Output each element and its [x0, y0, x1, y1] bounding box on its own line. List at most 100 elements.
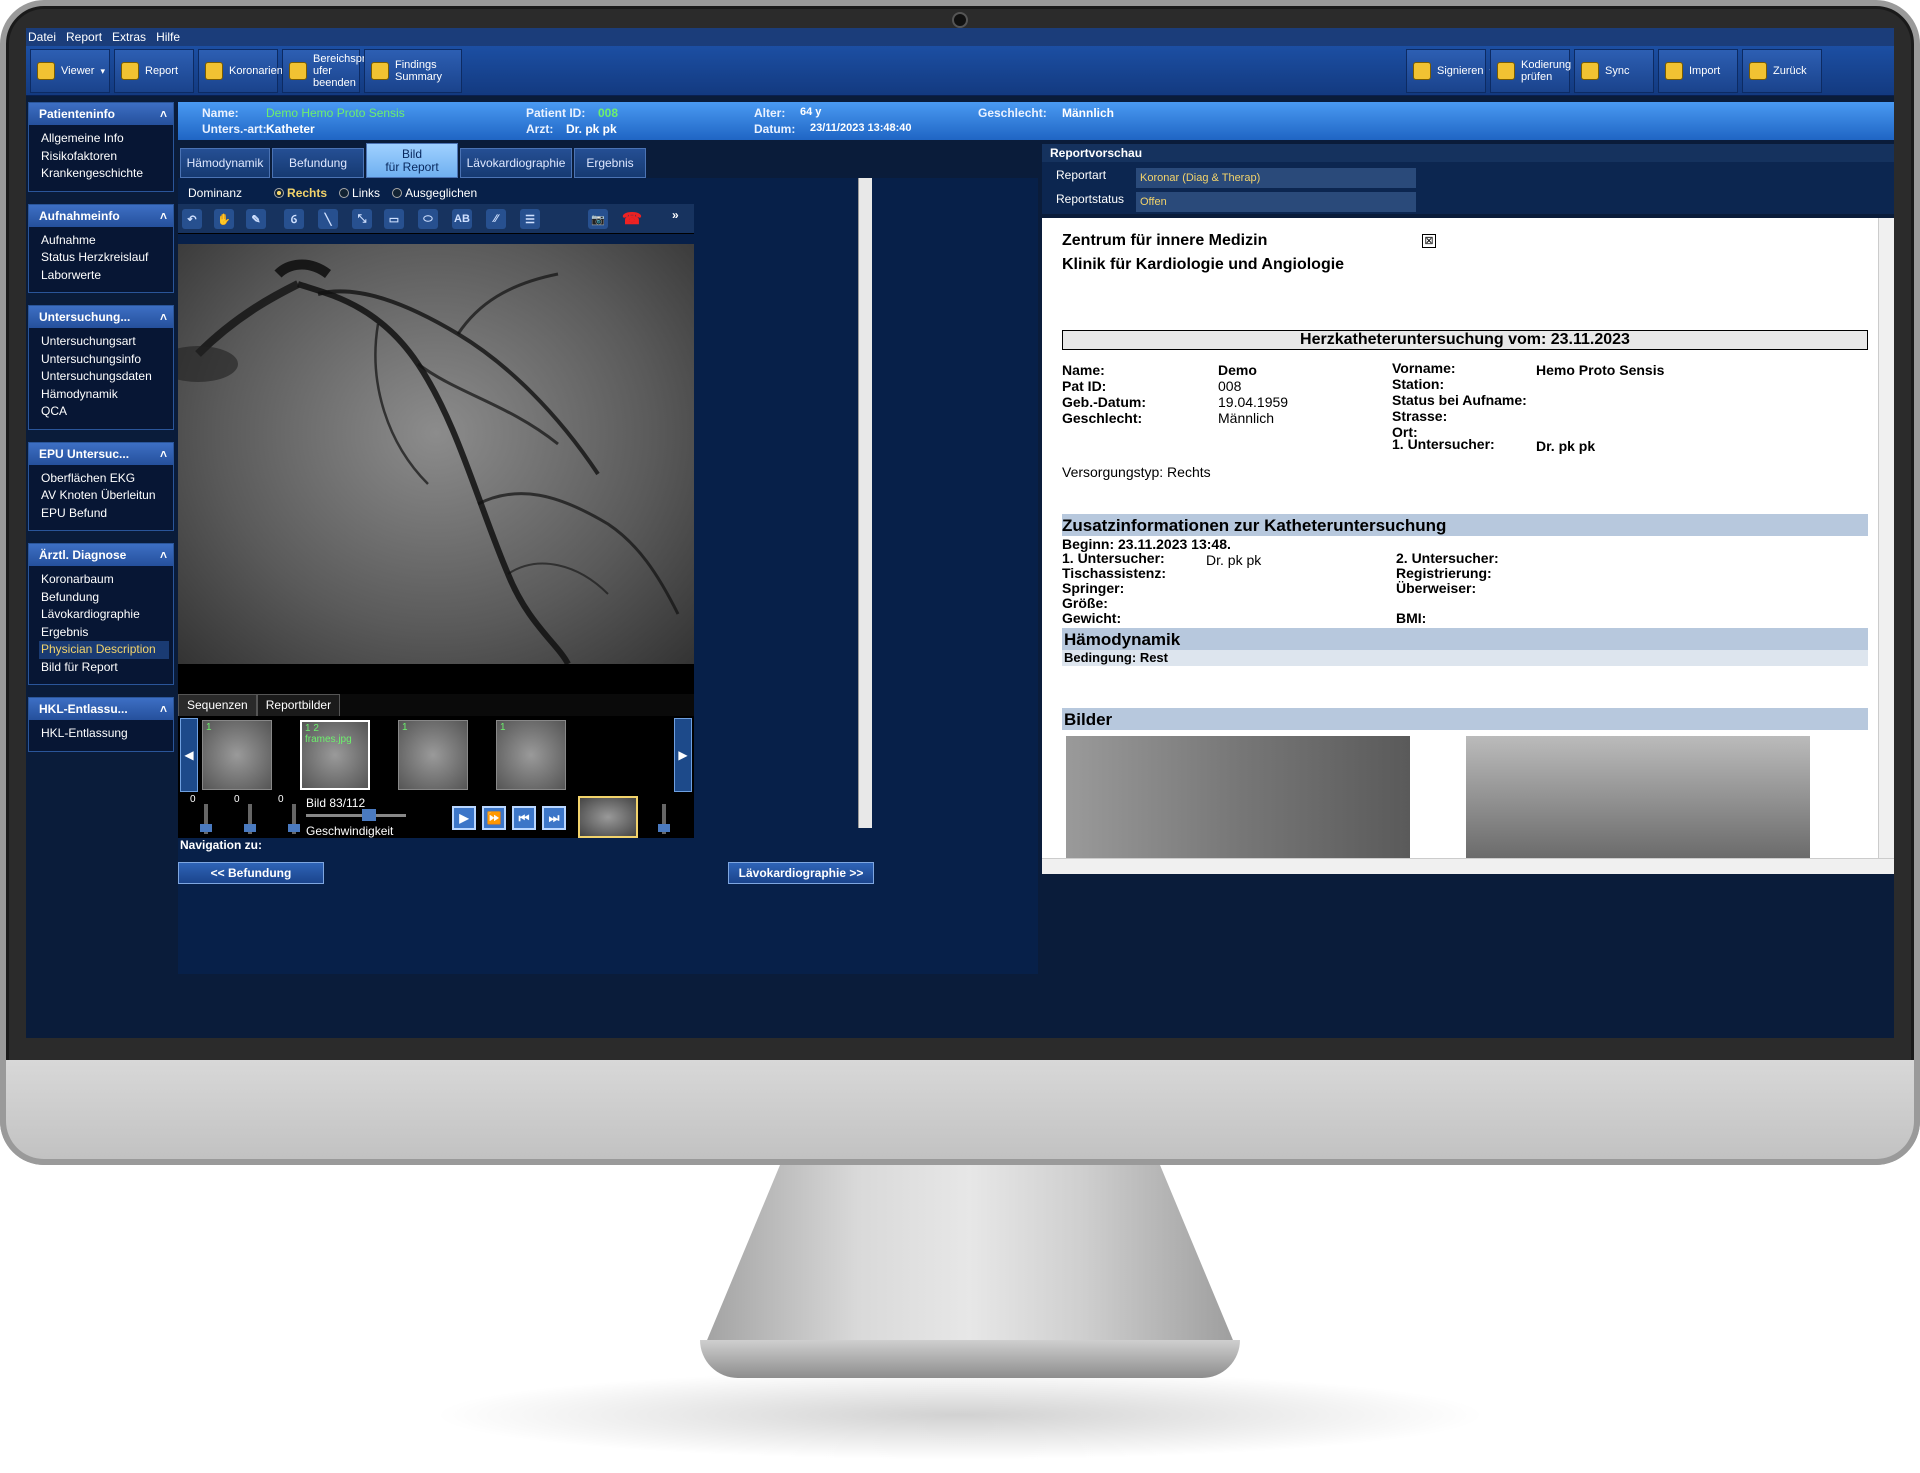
sidebar-item-status-herzkreislauf[interactable]: Status Herzkreislauf: [41, 249, 173, 267]
sidebar-item-befundung[interactable]: Befundung: [41, 589, 173, 607]
reportstatus-field[interactable]: Offen: [1136, 192, 1416, 212]
collapse-icon[interactable]: ˄: [160, 548, 167, 562]
more-tools-icon[interactable]: »: [672, 208, 679, 222]
radio-links[interactable]: Links: [339, 186, 380, 200]
play-button[interactable]: ▶: [452, 806, 476, 830]
sidebar-item-untersuchungsinfo[interactable]: Untersuchungsinfo: [41, 351, 173, 369]
tab-befundung[interactable]: Befundung: [272, 148, 364, 178]
koronarien-button[interactable]: Koronarien: [198, 49, 283, 93]
collapse-icon[interactable]: ˄: [160, 107, 167, 121]
tab-lävokardiographie[interactable]: Lävokardiographie: [460, 148, 572, 178]
text-icon[interactable]: AB: [452, 209, 472, 229]
first-frame-button[interactable]: ⏮: [512, 806, 536, 830]
tab-bild-für-report[interactable]: Bild für Report: [366, 143, 458, 178]
line-icon[interactable]: ╲: [318, 209, 338, 229]
reportart-field[interactable]: Koronar (Diag & Therap): [1136, 168, 1416, 188]
radio-ausgeglichen[interactable]: Ausgeglichen: [392, 186, 477, 200]
kodierung-prüfen-button[interactable]: Kodierung prüfen: [1490, 49, 1571, 93]
sidebar-item-hkl-entlassung[interactable]: HKL-Entlassung: [41, 725, 173, 743]
undo-icon[interactable]: ↶: [182, 209, 202, 229]
sidebar-section-header[interactable]: Patienteninfo ˄: [29, 103, 173, 125]
sidebar-item-untersuchungsart[interactable]: Untersuchungsart: [41, 333, 173, 351]
tab-hämodynamik[interactable]: Hämodynamik: [180, 148, 270, 178]
report-button[interactable]: Report: [114, 49, 194, 93]
import-button[interactable]: Import: [1658, 49, 1738, 93]
menu-extras[interactable]: Extras: [112, 30, 146, 44]
last-frame-button[interactable]: ⏭: [542, 806, 566, 830]
geschlecht-label: Geschlecht:: [978, 106, 1047, 120]
prev-section-button[interactable]: << Befundung: [178, 862, 324, 884]
report-image-1[interactable]: [1066, 736, 1410, 858]
viewer-button[interactable]: Viewer ▾: [30, 49, 110, 93]
dropdown-arrow-icon[interactable]: ▾: [100, 65, 105, 77]
collapse-icon[interactable]: ˄: [160, 702, 167, 716]
sequence-thumbnail[interactable]: 1: [398, 720, 468, 790]
sidebar-item-epu-befund[interactable]: EPU Befund: [41, 505, 173, 523]
sidebar-section-hkl-entlassu: HKL-Entlassu... ˄ HKL-Entlassung: [28, 697, 174, 752]
sidebar-item-physician-description[interactable]: Physician Description: [39, 641, 169, 659]
sidebar-item-aufnahme[interactable]: Aufnahme: [41, 232, 173, 250]
rectangle-icon[interactable]: ▭: [384, 209, 404, 229]
alter-label: Alter:: [754, 106, 786, 120]
sidebar-item-laborwerte[interactable]: Laborwerte: [41, 267, 173, 285]
sidebar-section-header[interactable]: Untersuchung... ˄: [29, 306, 173, 328]
collapse-icon[interactable]: ˄: [160, 209, 167, 223]
panel-scrollbar[interactable]: [858, 178, 872, 828]
sidebar-item-ergebnis[interactable]: Ergebnis: [41, 624, 173, 642]
bereichspr-ufer-beenden-button[interactable]: Bereichspr ufer beenden▾: [282, 49, 376, 93]
phone-icon[interactable]: ☎: [622, 209, 642, 229]
fast-forward-button[interactable]: ⏩: [482, 806, 506, 830]
sync-button[interactable]: Sync: [1574, 49, 1654, 93]
radio-rechts[interactable]: Rechts: [274, 186, 327, 200]
next-section-button[interactable]: Lävokardiographie >>: [728, 862, 874, 884]
camera-icon[interactable]: 📷: [588, 209, 608, 229]
field-label: Gewicht:: [1062, 610, 1122, 626]
sidebar-item-bild-für-report[interactable]: Bild für Report: [41, 659, 173, 677]
tab-sequenzen[interactable]: Sequenzen: [178, 694, 257, 716]
thumbs-next-button[interactable]: ▶: [674, 718, 692, 792]
sidebar-section-header[interactable]: HKL-Entlassu... ˄: [29, 698, 173, 720]
ellipse-icon[interactable]: ⬭: [418, 209, 438, 229]
measure-icon[interactable]: Ⳓ: [284, 209, 304, 229]
collapse-icon[interactable]: ˄: [160, 310, 167, 324]
sidebar-item-koronarbaum[interactable]: Koronarbaum: [41, 571, 173, 589]
sidebar-item-oberflächen-ekg[interactable]: Oberflächen EKG: [41, 470, 173, 488]
sidebar-item-qca[interactable]: QCA: [41, 403, 173, 421]
zurück-button[interactable]: Zurück: [1742, 49, 1822, 93]
toolbar-label: Signieren: [1437, 65, 1484, 77]
sidebar-item-allgemeine-info[interactable]: Allgemeine Info: [41, 130, 173, 148]
report-image-2[interactable]: [1466, 736, 1810, 858]
sidebar-item-untersuchungsdaten[interactable]: Untersuchungsdaten: [41, 368, 173, 386]
report-hscroll[interactable]: [1042, 858, 1894, 874]
tab-ergebnis[interactable]: Ergebnis: [574, 148, 646, 178]
sidebar-item-hämodynamik[interactable]: Hämodynamik: [41, 386, 173, 404]
sidebar-item-av-knoten-überleitun[interactable]: AV Knoten Überleitun: [41, 487, 173, 505]
calibrate-icon[interactable]: ∕∕: [486, 209, 506, 229]
section-title: Patienteninfo: [39, 107, 116, 121]
arrow-icon[interactable]: ⤡: [352, 209, 372, 229]
speed-slider[interactable]: [306, 809, 406, 821]
menu-datei[interactable]: Datei: [28, 30, 56, 44]
findings-summary-button[interactable]: Findings Summary: [364, 49, 462, 93]
menu-icon[interactable]: ☰: [520, 209, 540, 229]
pan-icon[interactable]: ✋: [214, 209, 234, 229]
sequence-thumbnail[interactable]: 1: [496, 720, 566, 790]
tab-reportbilder[interactable]: Reportbilder: [256, 694, 341, 716]
menu-report[interactable]: Report: [66, 30, 102, 44]
sequence-thumbnail[interactable]: 1: [202, 720, 272, 790]
sidebar-item-risikofaktoren[interactable]: Risikofaktoren: [41, 148, 173, 166]
thumbs-prev-button[interactable]: ◀: [180, 718, 198, 792]
angiography-image[interactable]: [178, 244, 694, 664]
erase-icon[interactable]: ✎: [246, 209, 266, 229]
signieren-button[interactable]: Signieren▾: [1406, 49, 1494, 93]
collapse-icon[interactable]: ˄: [160, 447, 167, 461]
report-vscroll[interactable]: [1878, 218, 1894, 858]
menu-hilfe[interactable]: Hilfe: [156, 30, 180, 44]
tab-bar: Hämodynamik Befundung Bild für Report Lävok…: [178, 142, 1038, 178]
sidebar-item-lävokardiographie[interactable]: Lävokardiographie: [41, 606, 173, 624]
sequence-thumbnail[interactable]: 1 2 frames.jpg: [300, 720, 370, 790]
sidebar-section-header[interactable]: Aufnahmeinfo ˄: [29, 204, 173, 227]
sidebar-item-krankengeschichte[interactable]: Krankengeschichte: [41, 165, 173, 183]
sidebar-section-header[interactable]: Ärztl. Diagnose ˄: [29, 544, 173, 566]
sidebar-section-header[interactable]: EPU Untersuc... ˄: [29, 442, 173, 465]
